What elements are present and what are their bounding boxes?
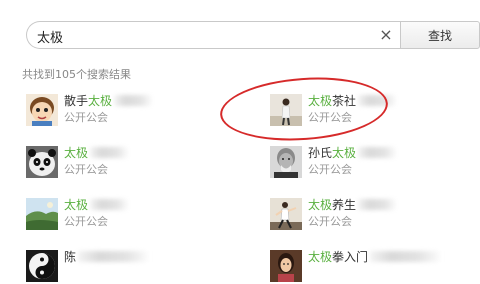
result-name: 陈 [64,250,149,265]
avatar [270,250,302,282]
avatar [270,94,302,126]
result-item[interactable]: 陈 [26,250,226,284]
redaction-blur [358,95,397,106]
result-item[interactable]: 太极拳入门 [270,250,470,284]
search-button[interactable]: 查找 [400,21,480,49]
redaction-blur [358,199,397,210]
martial-artist-icon [270,198,302,230]
result-name: 太极拳入门 [308,250,441,265]
avatar [26,250,58,282]
result-item[interactable]: 孙氏太极 公开公会 [270,146,470,180]
result-description: 公开公会 [64,111,108,124]
avatar [26,94,58,126]
result-name: 太极 [64,146,129,161]
result-item[interactable]: 太极 公开公会 [26,146,226,180]
result-description: 公开公会 [308,215,352,228]
result-item[interactable]: 散手太极 公开公会 [26,94,226,128]
redaction-blur [90,147,129,158]
avatar [270,198,302,230]
yin-yang-icon [26,250,58,282]
landscape-icon [26,198,58,230]
avatar [26,198,58,230]
old-man-icon [270,146,302,178]
result-name: 太极茶社 [308,94,397,109]
result-name: 太极养生 [308,198,397,213]
result-description: 公开公会 [308,163,352,176]
result-item[interactable]: 太极养生 公开公会 [270,198,470,232]
result-name: 孙氏太极 [308,146,397,161]
redaction-blur [370,251,441,262]
woman-icon [270,250,302,282]
avatar [26,146,58,178]
result-description: 公开公会 [308,111,352,124]
standing-person-icon [270,94,302,126]
result-count: 共找到105个搜索结果 [22,68,131,81]
panda-icon [26,146,58,178]
redaction-blur [90,199,129,210]
search-box [26,21,400,49]
result-item[interactable]: 太极 公开公会 [26,198,226,232]
search-input[interactable] [37,26,367,46]
result-description: 公开公会 [64,163,108,176]
cartoon-face-icon [26,94,58,126]
result-description: 公开公会 [64,215,108,228]
clear-icon[interactable]: × [377,26,395,44]
result-name: 太极 [64,198,129,213]
avatar [270,146,302,178]
result-item[interactable]: 太极茶社 公开公会 [270,94,470,128]
redaction-blur [358,147,397,158]
redaction-blur [78,251,149,262]
result-name: 散手太极 [64,94,153,109]
redaction-blur [114,95,153,106]
